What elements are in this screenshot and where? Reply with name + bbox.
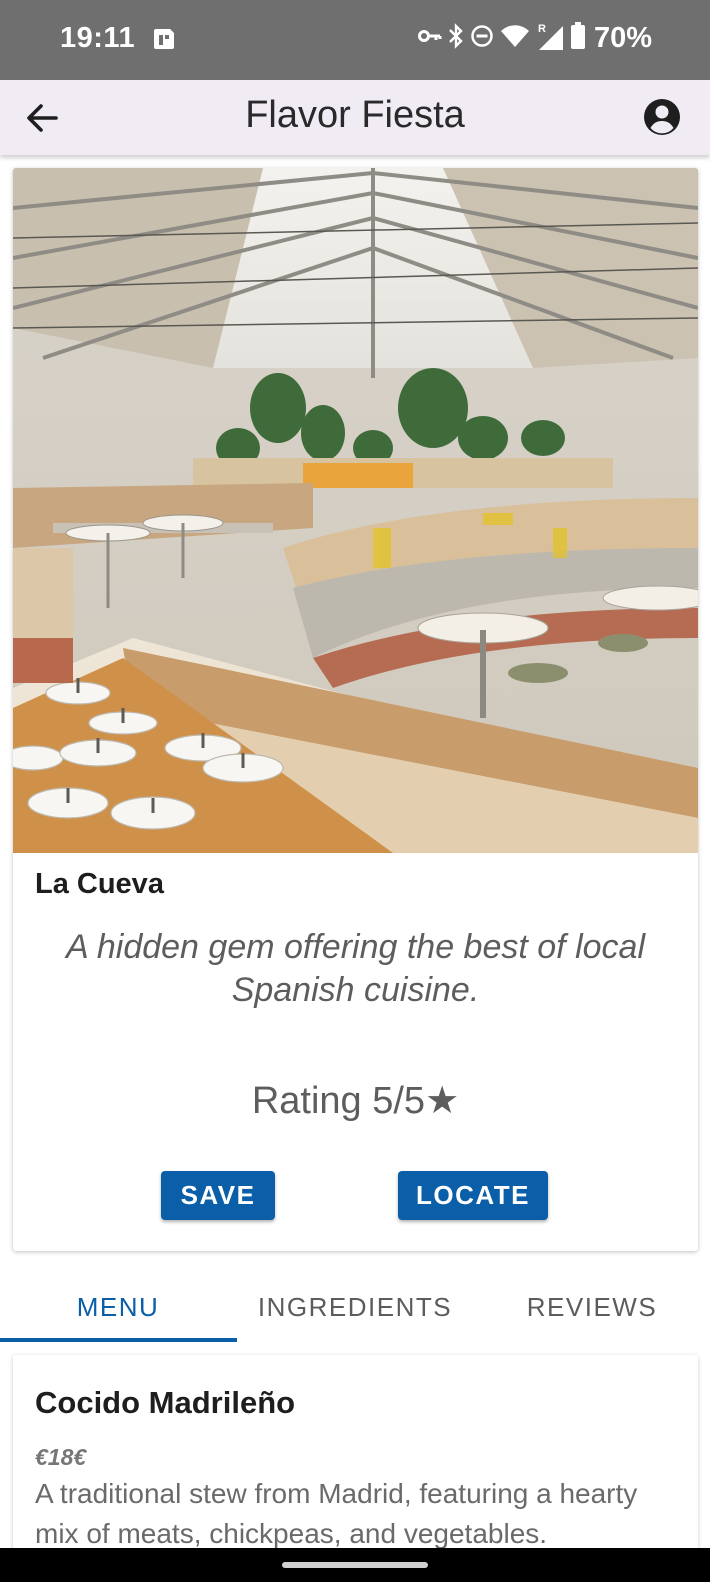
home-gesture-handle[interactable] bbox=[282, 1562, 428, 1568]
locate-button[interactable]: LOCATE bbox=[398, 1171, 548, 1220]
app-bar: Flavor Fiesta bbox=[0, 80, 710, 155]
restaurant-rating: Rating 5/5★ bbox=[251, 1080, 460, 1122]
save-button[interactable]: SAVE bbox=[161, 1171, 275, 1220]
wifi-icon bbox=[500, 24, 530, 53]
system-navigation-bar bbox=[0, 1548, 710, 1582]
restaurant-card: La Cueva A hidden gem offering the best … bbox=[13, 168, 698, 1251]
signal-roaming-icon: R bbox=[536, 22, 564, 55]
battery-icon bbox=[570, 22, 586, 55]
status-time: 19:11 bbox=[60, 22, 136, 54]
bluetooth-icon bbox=[448, 23, 464, 54]
account-circle-icon bbox=[644, 99, 680, 135]
do-not-disturb-icon bbox=[470, 24, 494, 53]
tab-indicator bbox=[0, 1338, 237, 1342]
sim-card-icon bbox=[152, 27, 178, 56]
restaurant-name: La Cueva bbox=[35, 868, 164, 900]
tab-bar: MENU INGREDIENTS REVIEWS bbox=[0, 1272, 710, 1342]
status-icons: R 70% bbox=[417, 22, 652, 55]
tab-menu[interactable]: MENU bbox=[0, 1272, 236, 1342]
dish-price: €18€ bbox=[35, 1444, 87, 1470]
battery-percent: 70% bbox=[593, 22, 652, 54]
dish-description: A traditional stew from Madrid, featurin… bbox=[35, 1478, 638, 1549]
tab-ingredients[interactable]: INGREDIENTS bbox=[237, 1272, 473, 1342]
vpn-key-icon bbox=[417, 26, 442, 51]
restaurant-description: A hidden gem offering the best of local … bbox=[66, 928, 645, 1009]
account-button[interactable] bbox=[642, 97, 682, 137]
svg-text:R: R bbox=[538, 23, 546, 35]
restaurant-interior-photo bbox=[13, 168, 698, 853]
tab-reviews[interactable]: REVIEWS bbox=[474, 1272, 710, 1342]
status-bar: 19:11 R 70% bbox=[0, 0, 710, 80]
app-title: Flavor Fiesta bbox=[245, 94, 465, 136]
dish-name: Cocido Madrileño bbox=[35, 1385, 296, 1420]
